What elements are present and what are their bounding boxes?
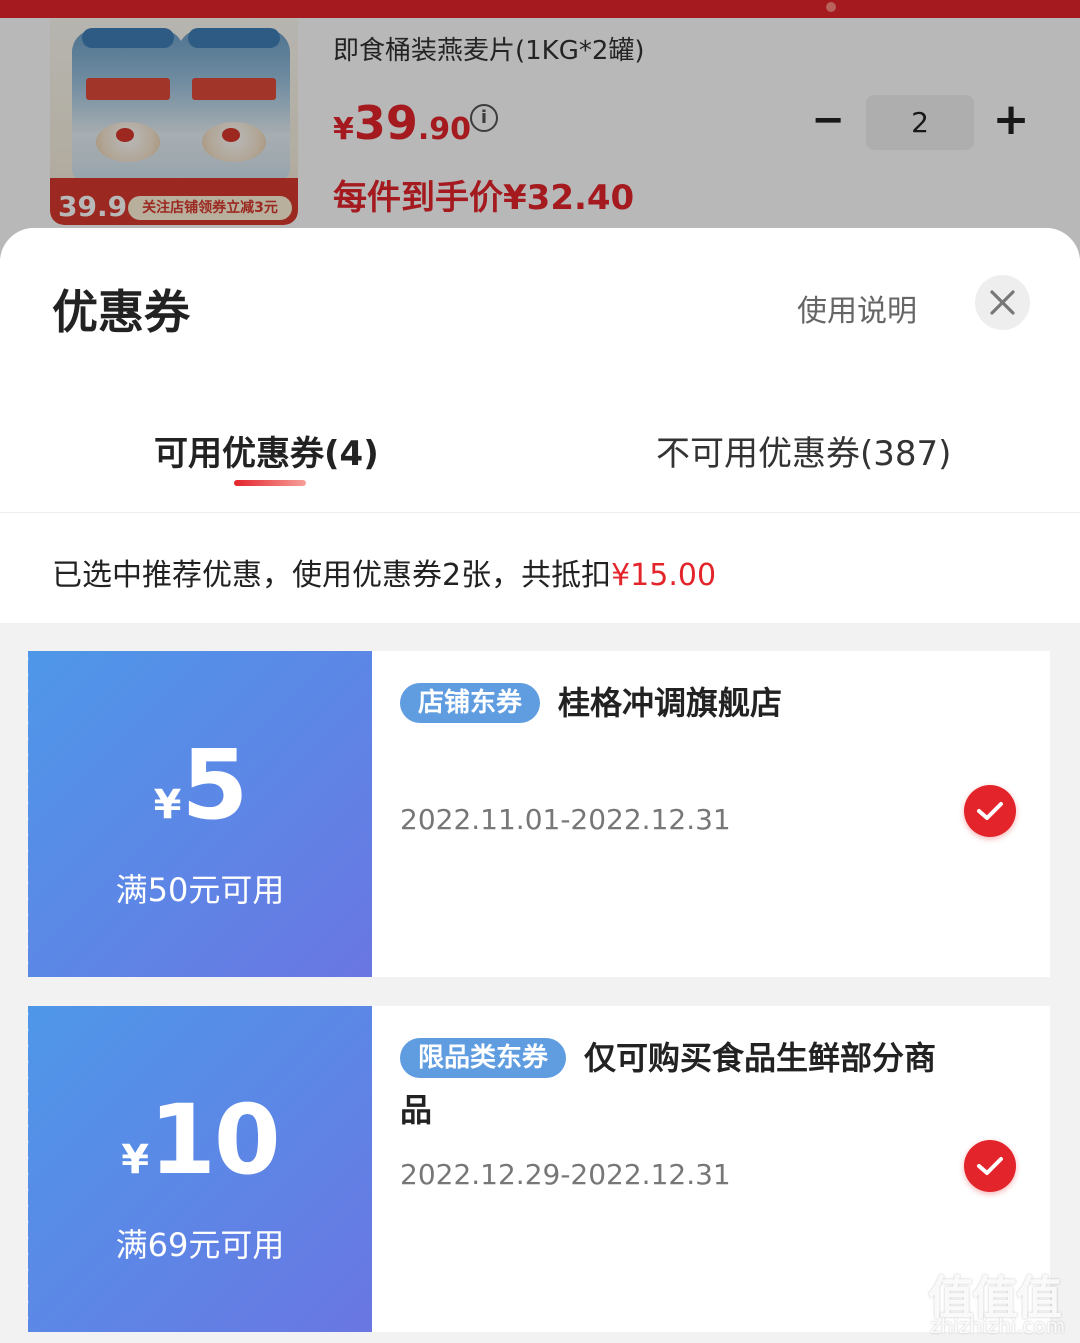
check-icon bbox=[977, 1157, 1003, 1175]
sheet-title: 优惠券 bbox=[52, 285, 190, 339]
coupon-card[interactable]: ¥5 满50元可用 店铺东券 桂格冲调旗舰店 2022.11.01-2022.1… bbox=[22, 651, 1050, 977]
coupon-type-badge: 店铺东券 bbox=[400, 683, 541, 723]
coupon-title-continued: 品 bbox=[400, 1091, 433, 1129]
coupon-value-panel: ¥10 满69元可用 bbox=[22, 1006, 372, 1332]
coupon-sheet: 优惠券 使用说明 可用优惠券(4) 不可用优惠券(387) 已选中推荐优惠，使用… bbox=[0, 228, 1080, 1343]
coupon-amount-value: 5 bbox=[181, 729, 249, 841]
check-icon bbox=[977, 802, 1003, 820]
watermark-url: zhizhizhi.com bbox=[930, 1314, 1066, 1338]
coupon-amount: ¥10 bbox=[28, 1084, 372, 1196]
active-tab-indicator bbox=[234, 480, 306, 486]
coupon-currency: ¥ bbox=[121, 1137, 150, 1183]
usage-instructions-link[interactable]: 使用说明 bbox=[797, 286, 917, 330]
coupon-type-badge: 限品类东券 bbox=[400, 1038, 567, 1078]
coupon-condition: 满50元可用 bbox=[115, 871, 285, 909]
coupon-title: 桂格冲调旗舰店 bbox=[558, 684, 783, 722]
site-watermark: 值值值 zhizhizhi.com bbox=[928, 1262, 1078, 1342]
coupon-validity-date: 2022.11.01-2022.12.31 bbox=[400, 803, 731, 836]
coupon-currency: ¥ bbox=[153, 782, 182, 828]
sheet-header: 优惠券 使用说明 可用优惠券(4) 不可用优惠券(387) 已选中推荐优惠，使用… bbox=[0, 228, 1080, 623]
tab-available-coupons[interactable]: 可用优惠券(4) bbox=[154, 426, 379, 475]
tab-unavailable-coupons[interactable]: 不可用优惠券(387) bbox=[656, 426, 951, 475]
coupon-title: 仅可购买食品生鲜部分商 bbox=[584, 1039, 937, 1077]
coupon-condition: 满69元可用 bbox=[115, 1226, 285, 1264]
summary-amount: ¥15.00 bbox=[611, 558, 717, 593]
coupon-selected-check[interactable] bbox=[964, 1140, 1016, 1192]
summary-text: 已选中推荐优惠，使用优惠券2张，共抵扣 bbox=[52, 558, 612, 593]
divider bbox=[0, 512, 1080, 513]
close-icon bbox=[990, 290, 1015, 315]
coupon-amount-value: 10 bbox=[149, 1084, 281, 1196]
close-button[interactable] bbox=[975, 275, 1030, 330]
coupon-selected-check[interactable] bbox=[964, 785, 1016, 837]
discount-summary: 已选中推荐优惠，使用优惠券2张，共抵扣¥15.00 bbox=[52, 550, 716, 594]
coupon-card[interactable]: ¥10 满69元可用 限品类东券 仅可购买食品生鲜部分商 品 2022.12.2… bbox=[22, 1006, 1050, 1332]
coupon-validity-date: 2022.12.29-2022.12.31 bbox=[400, 1158, 731, 1191]
coupon-value-panel: ¥5 满50元可用 bbox=[22, 651, 372, 977]
coupon-amount: ¥5 bbox=[28, 729, 372, 841]
